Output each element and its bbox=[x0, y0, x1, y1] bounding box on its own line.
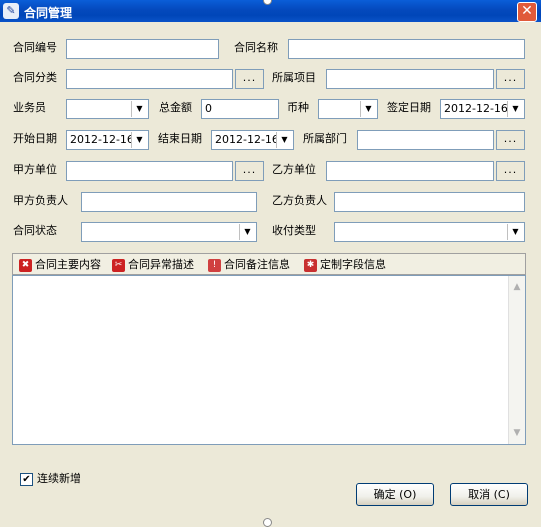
party-a-browse-button[interactable]: ... bbox=[235, 161, 264, 181]
continuous-add-label: 连续新增 bbox=[37, 472, 81, 485]
scroll-down-icon[interactable]: ▼ bbox=[509, 425, 525, 441]
status-select[interactable]: ▼ bbox=[81, 222, 257, 242]
tab-main-content[interactable]: ✖ 合同主要内容 bbox=[19, 256, 101, 274]
tab-custom-fields-label: 定制字段信息 bbox=[320, 258, 386, 271]
party-a-label: 甲方单位 bbox=[13, 163, 57, 176]
scroll-up-icon[interactable]: ▲ bbox=[509, 279, 525, 295]
continuous-add-checkbox[interactable]: ✔ bbox=[20, 473, 33, 486]
department-label: 所属部门 bbox=[303, 132, 347, 145]
end-date-label: 结束日期 bbox=[158, 132, 202, 145]
currency-label: 币种 bbox=[287, 101, 309, 114]
party-a-person-input[interactable] bbox=[81, 192, 257, 212]
close-button[interactable]: ✕ bbox=[517, 2, 537, 22]
party-b-input[interactable] bbox=[326, 161, 494, 181]
sign-date-label: 签定日期 bbox=[387, 101, 431, 114]
window-title: 合同管理 bbox=[24, 6, 73, 20]
content-textarea[interactable]: ▲ ▼ bbox=[12, 275, 526, 445]
salesperson-select[interactable]: ▼ bbox=[66, 99, 149, 119]
contract-no-label: 合同编号 bbox=[13, 41, 57, 54]
start-date-value: 2012-12-16 bbox=[70, 133, 134, 146]
total-amount-input[interactable]: 0 bbox=[201, 99, 279, 119]
contract-category-browse-button[interactable]: ... bbox=[235, 69, 264, 89]
note-icon: ! bbox=[208, 258, 221, 272]
status-label: 合同状态 bbox=[13, 224, 57, 237]
tab-remarks-label: 合同备注信息 bbox=[224, 258, 290, 271]
party-b-browse-button[interactable]: ... bbox=[496, 161, 525, 181]
ok-button[interactable]: 确定 (O) bbox=[356, 483, 434, 506]
contract-no-input[interactable] bbox=[66, 39, 219, 59]
tab-exception-description-label: 合同异常描述 bbox=[128, 258, 194, 271]
salesperson-label: 业务员 bbox=[13, 101, 46, 114]
contract-category-input[interactable] bbox=[66, 69, 233, 89]
chevron-down-icon: ▼ bbox=[239, 224, 255, 240]
party-b-person-input[interactable] bbox=[334, 192, 525, 212]
tab-bar: ✖ 合同主要内容 ✂ 合同异常描述 ! 合同备注信息 ✱ 定制字段信息 bbox=[12, 253, 526, 275]
start-date-picker[interactable]: 2012-12-16 ▼ bbox=[66, 130, 149, 150]
document-icon: ✖ bbox=[19, 258, 32, 272]
cancel-button[interactable]: 取消 (C) bbox=[450, 483, 528, 506]
chevron-down-icon: ▼ bbox=[507, 101, 523, 117]
tab-remarks[interactable]: ! 合同备注信息 bbox=[208, 256, 290, 274]
chevron-down-icon: ▼ bbox=[507, 224, 523, 240]
chevron-down-icon: ▼ bbox=[131, 132, 147, 148]
chevron-down-icon: ▼ bbox=[131, 101, 147, 117]
department-browse-button[interactable]: ... bbox=[496, 130, 525, 150]
contract-name-label: 合同名称 bbox=[234, 41, 278, 54]
department-input[interactable] bbox=[357, 130, 494, 150]
tab-exception-description[interactable]: ✂ 合同异常描述 bbox=[112, 256, 194, 274]
sign-date-value: 2012-12-16 bbox=[444, 102, 508, 115]
project-browse-button[interactable]: ... bbox=[496, 69, 525, 89]
payment-type-select[interactable]: ▼ bbox=[334, 222, 525, 242]
sign-date-picker[interactable]: 2012-12-16 ▼ bbox=[440, 99, 525, 119]
end-date-value: 2012-12-16 bbox=[215, 133, 279, 146]
total-amount-label: 总金额 bbox=[159, 101, 192, 114]
payment-type-label: 收付类型 bbox=[272, 224, 316, 237]
party-a-person-label: 甲方负责人 bbox=[13, 194, 68, 207]
project-input[interactable] bbox=[326, 69, 494, 89]
tab-custom-fields[interactable]: ✱ 定制字段信息 bbox=[304, 256, 386, 274]
currency-select[interactable]: ▼ bbox=[318, 99, 378, 119]
app-icon: ✎ bbox=[3, 3, 19, 19]
contract-name-input[interactable] bbox=[288, 39, 525, 59]
party-a-input[interactable] bbox=[66, 161, 233, 181]
project-label: 所属项目 bbox=[272, 71, 316, 84]
settings-icon: ✱ bbox=[304, 258, 317, 272]
vertical-scrollbar[interactable]: ▲ ▼ bbox=[508, 276, 525, 444]
contract-category-label: 合同分类 bbox=[13, 71, 57, 84]
end-date-picker[interactable]: 2012-12-16 ▼ bbox=[211, 130, 294, 150]
tab-main-content-label: 合同主要内容 bbox=[35, 258, 101, 271]
party-b-person-label: 乙方负责人 bbox=[272, 194, 327, 207]
party-b-label: 乙方单位 bbox=[272, 163, 316, 176]
warning-icon: ✂ bbox=[112, 258, 125, 272]
chevron-down-icon: ▼ bbox=[360, 101, 376, 117]
chevron-down-icon: ▼ bbox=[276, 132, 292, 148]
start-date-label: 开始日期 bbox=[13, 132, 57, 145]
